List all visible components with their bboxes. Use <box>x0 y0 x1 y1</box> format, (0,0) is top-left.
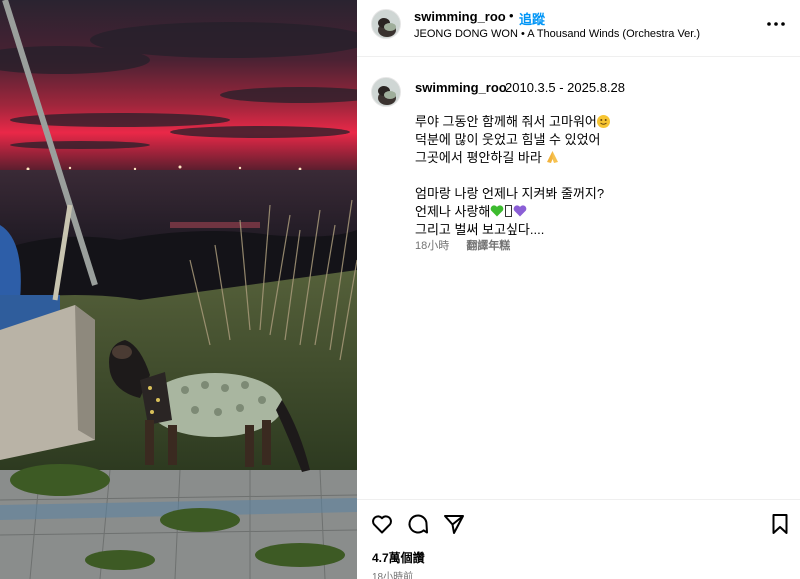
caption-line-text: 엄마랑 나랑 언제나 지켜봐 줄꺼지? <box>415 186 605 201</box>
caption-avatar[interactable] <box>371 77 401 107</box>
heart-icon[interactable] <box>370 512 394 536</box>
caption-line-text: 언제나 사랑해 <box>415 204 491 219</box>
caption-line: 루야 그동안 함께해 줘서 고마워어 <box>415 113 610 131</box>
translate-button[interactable]: 翻譯年糕 <box>466 240 510 252</box>
post-image[interactable] <box>0 0 357 579</box>
caption-time: 18小時 <box>415 240 450 252</box>
avatar-image <box>372 78 400 106</box>
caption-line: 엄마랑 나랑 언제나 지켜봐 줄꺼지? <box>415 185 610 203</box>
caption-meta: 18小時 翻譯年糕 <box>415 237 510 253</box>
send-icon[interactable] <box>442 512 466 536</box>
post-header: swimming_roo • 追蹤 JEONG DONG WON • A Tho… <box>357 0 800 57</box>
caption-username[interactable]: swimming_roo <box>415 80 507 95</box>
post-actions: 4.7萬個讚 18小時前 <box>357 499 800 579</box>
green-heart-icon <box>491 205 504 217</box>
comment-icon[interactable] <box>406 512 430 536</box>
caption-line-text: 덕분에 많이 웃었고 힘낼 수 있었어 <box>415 132 601 147</box>
header-separator: • <box>509 8 514 23</box>
caption-line: 덕분에 많이 웃었고 힘낼 수 있었어 <box>415 131 610 149</box>
post-side-panel: swimming_roo • 追蹤 JEONG DONG WON • A Tho… <box>357 0 800 579</box>
post-timestamp[interactable]: 18小時前 <box>372 568 413 579</box>
purple-heart-icon <box>514 205 527 217</box>
missing-glyph-icon <box>505 205 513 217</box>
avatar[interactable] <box>371 9 401 39</box>
smiling-face-icon <box>596 115 610 128</box>
caption-dates: 2010.3.5 - 2025.8.28 <box>505 80 625 95</box>
avatar-image <box>372 10 400 38</box>
audio-track-link[interactable]: JEONG DONG WON • A Thousand Winds (Orche… <box>414 28 700 40</box>
more-options-icon[interactable] <box>766 14 786 34</box>
caption-line: 언제나 사랑해 <box>415 203 610 221</box>
like-count[interactable]: 4.7萬個讚 <box>372 549 425 566</box>
caption-line: 그곳에서 평안하길 바라 <box>415 149 610 167</box>
follow-button[interactable]: 追蹤 <box>519 9 545 28</box>
header-username[interactable]: swimming_roo <box>414 9 506 24</box>
caption-line-text: 그리고 벌써 보고싶다.... <box>415 222 545 237</box>
caption-section: swimming_roo 2010.3.5 - 2025.8.28 루야 그동안… <box>357 57 800 499</box>
folded-hands-icon <box>547 151 559 163</box>
caption-line-text: 그곳에서 평안하길 바라 <box>415 150 542 165</box>
caption-text: 루야 그동안 함께해 줘서 고마워어 덕분에 많이 웃었고 힘낼 수 있었어 그… <box>415 113 610 239</box>
caption-line-text: 루야 그동안 함께해 줘서 고마워어 <box>415 114 597 129</box>
post-photo <box>0 0 357 579</box>
bookmark-icon[interactable] <box>768 512 792 536</box>
